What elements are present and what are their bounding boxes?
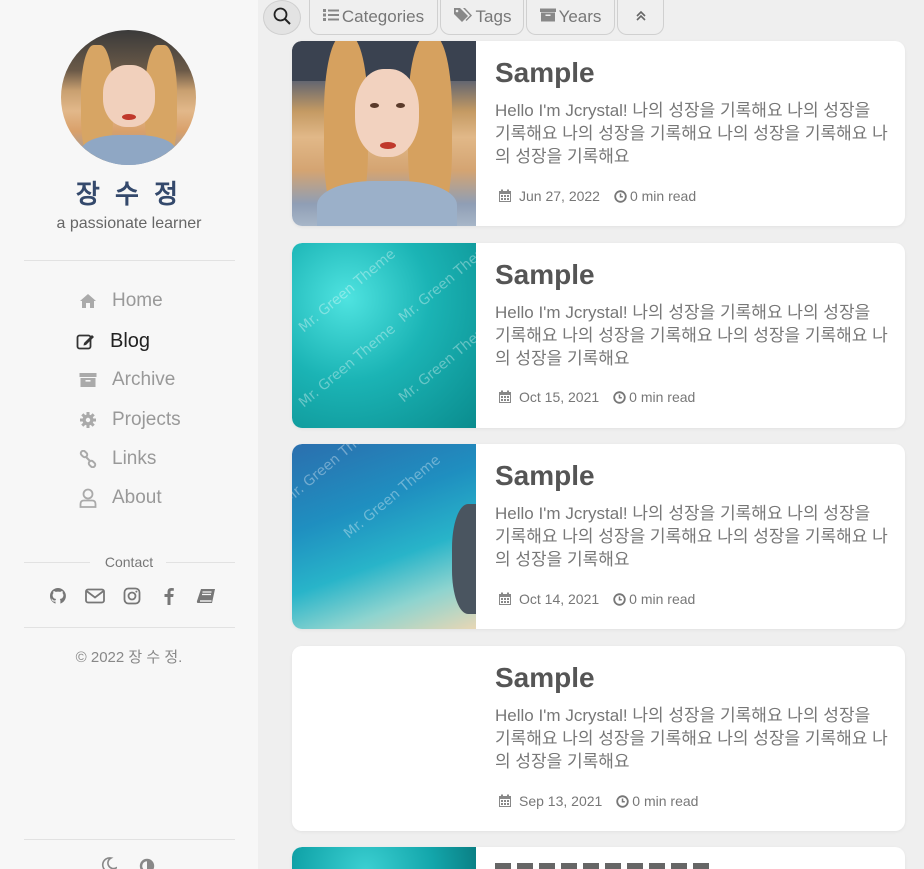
post-meta: Jun 27, 2022 0 min read (498, 188, 696, 204)
search-button[interactable] (263, 0, 301, 35)
site-tagline: a passionate learner (56, 215, 202, 232)
post-date: Jun 27, 2022 (519, 188, 600, 204)
post-title[interactable]: Sample (495, 57, 595, 89)
post-date: Oct 14, 2021 (519, 591, 600, 607)
clock-icon (614, 189, 627, 203)
post-meta: Oct 14, 2021 0 min read (498, 591, 695, 607)
post-title-clipped[interactable] (495, 861, 715, 869)
archive-icon (539, 7, 556, 27)
post-excerpt: Hello I'm Jcrystal! 나의 성장을 기록해요 나의 성장을 기… (495, 504, 888, 569)
clock-icon (613, 592, 626, 606)
post-thumbnail[interactable]: Mr. Green Theme Mr. Green Theme (292, 444, 476, 629)
gear-icon (74, 411, 102, 429)
watermark: Mr. Green Theme (395, 243, 476, 326)
archive-icon (74, 372, 102, 388)
clock-icon (613, 390, 626, 404)
sidebar-item-projects[interactable]: Projects (74, 407, 181, 433)
post-thumbnail[interactable]: Mr. Green Theme Mr. Green Theme Mr. Gree… (292, 243, 476, 428)
instagram-icon[interactable] (121, 585, 143, 607)
post-excerpt: Hello I'm Jcrystal! 나의 성장을 기록해요 나의 성장을 기… (495, 101, 888, 166)
moon-icon[interactable] (99, 857, 119, 869)
years-button[interactable]: Years (526, 0, 615, 35)
sidebar-divider (24, 839, 235, 840)
watermark: Mr. Green Theme (340, 452, 444, 542)
sidebar-item-label: Blog (110, 329, 151, 352)
post-excerpt: Hello I'm Jcrystal! 나의 성장을 기록해요 나의 성장을 기… (495, 303, 888, 368)
sidebar-item-label: Projects (112, 409, 181, 430)
watermark: Mr. Green Theme (295, 321, 399, 411)
watermark: Mr. Green Theme (292, 444, 384, 507)
post-card[interactable]: Mr. Green Theme Mr. Green Theme Sample H… (292, 444, 905, 629)
post-excerpt: Hello I'm Jcrystal! 나의 성장을 기록해요 나의 성장을 기… (495, 706, 888, 771)
tags-label: Tags (475, 7, 512, 26)
double-chevron-up-icon (635, 7, 647, 27)
sidebar-item-links[interactable]: Links (74, 446, 156, 472)
post-title[interactable]: Sample (495, 662, 595, 694)
sidebar-item-archive[interactable]: Archive (74, 367, 175, 393)
sidebar: 장 수 정 a passionate learner Home Blog Arc… (0, 0, 258, 869)
mail-icon[interactable] (84, 585, 106, 607)
facebook-icon[interactable] (158, 585, 180, 607)
post-card[interactable]: Sample Hello I'm Jcrystal! 나의 성장을 기록해요 나… (292, 646, 905, 831)
home-icon (74, 293, 102, 309)
sidebar-item-label: Home (112, 290, 163, 311)
post-card[interactable] (292, 847, 905, 869)
sidebar-item-label: Links (112, 448, 157, 469)
sidebar-item-blog[interactable]: Blog (72, 328, 150, 354)
edit-icon (72, 332, 100, 350)
post-title[interactable]: Sample (495, 460, 595, 492)
calendar-icon (498, 794, 512, 808)
post-card[interactable]: Mr. Green Theme Mr. Green Theme Mr. Gree… (292, 243, 905, 428)
sidebar-item-about[interactable]: About (74, 485, 162, 511)
contact-heading: Contact (104, 554, 154, 570)
categories-label: Categories (341, 7, 425, 26)
post-thumbnail[interactable] (292, 41, 476, 226)
list-icon (322, 7, 339, 27)
post-date: Oct 15, 2021 (519, 389, 600, 405)
post-card[interactable]: Sample Hello I'm Jcrystal! 나의 성장을 기록해요 나… (292, 41, 905, 226)
calendar-icon (498, 390, 512, 404)
site-name[interactable]: 장 수 정 (0, 174, 258, 211)
scroll-top-button[interactable] (617, 0, 664, 35)
watermark: Mr. Green Theme (295, 246, 399, 336)
post-meta: Oct 15, 2021 0 min read (498, 389, 695, 405)
avatar-lips (122, 114, 136, 120)
calendar-icon (498, 189, 512, 203)
sidebar-divider (24, 627, 235, 628)
link-icon (74, 450, 102, 468)
top-toolbar: Categories Tags Years (263, 0, 666, 35)
calendar-icon (498, 592, 512, 606)
post-read-time: 0 min read (629, 591, 696, 607)
watermark: Mr. Green Theme (395, 316, 476, 406)
sidebar-item-label: About (112, 487, 162, 508)
post-thumbnail[interactable] (292, 847, 476, 869)
years-label: Years (558, 7, 602, 26)
copyright: © 2022 장 수 정. (75, 649, 183, 666)
book-icon[interactable] (195, 585, 217, 607)
categories-button[interactable]: Categories (309, 0, 438, 35)
post-read-time: 0 min read (629, 389, 696, 405)
post-read-time: 0 min read (632, 793, 699, 809)
github-icon[interactable] (47, 585, 69, 607)
user-icon (74, 488, 102, 508)
tags-button[interactable]: Tags (440, 0, 524, 35)
contact-links (47, 585, 217, 607)
clock-icon (616, 794, 629, 808)
tags-icon (453, 7, 473, 27)
post-title[interactable]: Sample (495, 259, 595, 291)
avatar[interactable] (61, 30, 196, 165)
post-meta: Sep 13, 2021 0 min read (498, 793, 698, 809)
post-thumbnail[interactable] (292, 646, 476, 831)
post-date: Sep 13, 2021 (519, 793, 603, 809)
post-read-time: 0 min read (629, 188, 697, 204)
sidebar-item-label: Archive (112, 369, 176, 390)
avatar-shirt (81, 135, 176, 165)
search-icon (273, 7, 291, 25)
sidebar-item-home[interactable]: Home (74, 288, 163, 314)
sidebar-divider (24, 260, 235, 261)
theme-auto-icon[interactable] (137, 857, 157, 869)
